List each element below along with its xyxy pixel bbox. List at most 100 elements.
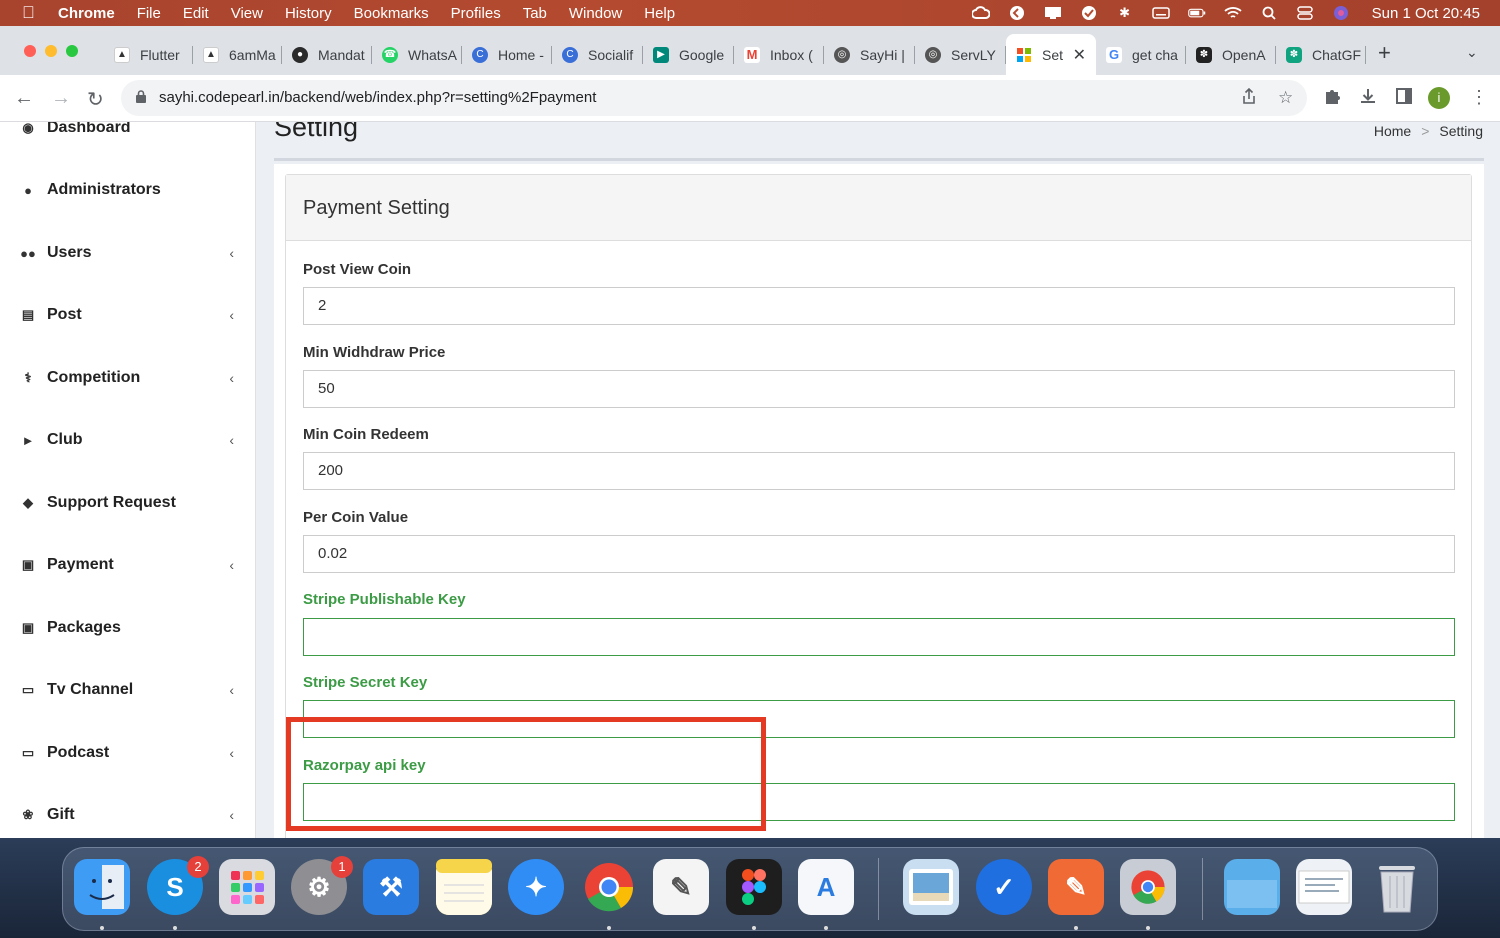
menu-app-name[interactable]: Chrome: [58, 5, 115, 22]
menu-view[interactable]: View: [231, 5, 263, 22]
google-meet-icon: ▶: [653, 46, 669, 63]
post-view-coin-label: Post View Coin: [303, 261, 412, 278]
tab-6amma[interactable]: ▲ 6amMa: [193, 34, 282, 75]
sidebar-item-tv-channel[interactable]: ▭ Tv Channel ‹: [0, 670, 256, 710]
windows-grid-icon: [1016, 47, 1032, 63]
postman-icon[interactable]: ✎: [1048, 859, 1104, 915]
new-tab-plus-icon[interactable]: +: [1378, 40, 1391, 66]
min-coin-redeem-input[interactable]: 200: [303, 452, 1455, 490]
running-indicator: [607, 926, 611, 930]
downloads-folder-icon[interactable]: [1224, 859, 1280, 915]
menu-window[interactable]: Window: [569, 5, 622, 22]
spotlight-search-icon[interactable]: [1260, 5, 1278, 21]
forward-arrow-icon[interactable]: →: [51, 87, 71, 110]
wifi-icon[interactable]: [1223, 5, 1242, 21]
tab-servly[interactable]: ◎ ServLY: [915, 34, 1006, 75]
window-zoom-button[interactable]: [66, 45, 78, 57]
menu-history[interactable]: History: [285, 5, 332, 22]
trash-icon[interactable]: [1369, 859, 1425, 915]
keyboard-icon[interactable]: [1151, 5, 1170, 21]
sidebar-item-post[interactable]: ▤ Post ‹: [0, 295, 256, 335]
apple-icon[interactable]: : [22, 3, 40, 23]
extensions-puzzle-icon[interactable]: [1323, 87, 1341, 110]
profile-avatar[interactable]: i: [1428, 87, 1450, 109]
sidebar-item-support-request[interactable]: ◆ Support Request: [0, 483, 256, 523]
control-center-icon[interactable]: [1296, 5, 1314, 21]
tab-mandate[interactable]: ● Mandat: [282, 34, 372, 75]
post-view-coin-input[interactable]: 2: [303, 287, 1455, 325]
menubar-clock[interactable]: Sun 1 Oct 20:45: [1372, 5, 1480, 22]
document-stack-icon[interactable]: [1296, 859, 1352, 915]
tab-search-chevron-icon[interactable]: ⌄: [1466, 44, 1478, 61]
menu-edit[interactable]: Edit: [183, 5, 209, 22]
lock-icon[interactable]: [136, 90, 146, 103]
menu-profiles[interactable]: Profiles: [451, 5, 501, 22]
sidebar-item-competition[interactable]: ⚕ Competition ‹: [0, 358, 256, 398]
siri-icon[interactable]: [1332, 5, 1350, 21]
xcode-icon[interactable]: ⚒: [363, 859, 419, 915]
textedit-icon[interactable]: ✎: [653, 859, 709, 915]
side-panel-icon[interactable]: [1395, 87, 1413, 110]
tab-sayhi[interactable]: ◎ SayHi |: [824, 34, 915, 75]
bluetooth-icon[interactable]: ✱: [1116, 5, 1134, 21]
bookmark-star-icon[interactable]: ☆: [1278, 88, 1293, 108]
window-minimize-button[interactable]: [45, 45, 57, 57]
menu-bookmarks[interactable]: Bookmarks: [354, 5, 429, 22]
more-menu-icon[interactable]: ⋮: [1470, 87, 1488, 108]
tab-label: Google: [679, 46, 725, 63]
sidebar-item-gift[interactable]: ❀ Gift ‹: [0, 795, 256, 835]
chrome-apps-icon[interactable]: [1120, 859, 1176, 915]
tab-get-cha[interactable]: G get cha: [1096, 34, 1186, 75]
tab-close-icon[interactable]: ✕: [1073, 45, 1086, 65]
creative-cloud-icon[interactable]: [971, 5, 990, 21]
stripe-secret-key-input[interactable]: [303, 700, 1455, 738]
notes-icon[interactable]: [436, 859, 492, 915]
url-text[interactable]: sayhi.codepearl.in/backend/web/index.php…: [159, 89, 596, 106]
download-icon[interactable]: [1359, 87, 1377, 110]
tab-whatsapp[interactable]: ☎ WhatsA: [372, 34, 462, 75]
breadcrumb-home-link[interactable]: Home: [1374, 123, 1411, 139]
display-icon[interactable]: [1044, 5, 1062, 21]
battery-icon[interactable]: [1187, 5, 1206, 21]
chrome-icon[interactable]: [581, 859, 637, 915]
tab-inbox[interactable]: M Inbox (: [734, 34, 824, 75]
razorpay-api-key-input[interactable]: [303, 783, 1455, 821]
sidebar-item-payment[interactable]: ▣ Payment ‹: [0, 545, 256, 585]
launchpad-icon[interactable]: [219, 859, 275, 915]
sidebar-item-users[interactable]: ●● Users ‹: [0, 233, 256, 273]
back-arrow-icon[interactable]: ←: [14, 87, 34, 110]
figma-icon[interactable]: [726, 859, 782, 915]
window-close-button[interactable]: [24, 45, 36, 57]
reload-icon[interactable]: ↻: [87, 87, 104, 112]
per-coin-value-input[interactable]: 0.02: [303, 535, 1455, 573]
sidebar-item-club[interactable]: ► Club ‹: [0, 420, 256, 460]
stripe-publishable-key-label: Stripe Publishable Key: [303, 591, 466, 608]
share-icon[interactable]: [1242, 87, 1256, 110]
tab-setting-active[interactable]: Set ✕: [1006, 34, 1096, 75]
app-store-icon[interactable]: A: [798, 859, 854, 915]
min-withdraw-price-input[interactable]: 50: [303, 370, 1455, 408]
running-indicator: [100, 926, 104, 930]
tab-chatgpt[interactable]: ✽ ChatGF: [1276, 34, 1366, 75]
tab-flutter[interactable]: ▲ Flutter: [104, 34, 193, 75]
sidebar-item-podcast[interactable]: ▭ Podcast ‹: [0, 733, 256, 773]
menu-tab[interactable]: Tab: [523, 5, 547, 22]
preview-icon[interactable]: [903, 859, 959, 915]
finder-icon[interactable]: [74, 859, 130, 915]
safari-icon[interactable]: ✦: [508, 859, 564, 915]
tab-openai[interactable]: ✽ OpenA: [1186, 34, 1276, 75]
sidebar-item-administrators[interactable]: ● Administrators: [0, 170, 256, 210]
menu-help[interactable]: Help: [644, 5, 675, 22]
tab-socialif[interactable]: C Socialif: [552, 34, 643, 75]
tab-google-meet[interactable]: ▶ Google: [643, 34, 734, 75]
sidebar-item-packages[interactable]: ▣ Packages: [0, 608, 256, 648]
address-bar[interactable]: sayhi.codepearl.in/backend/web/index.php…: [121, 80, 1307, 116]
sidebar-item-dashboard[interactable]: ◉ Dashboard: [0, 122, 256, 148]
proxyman-icon[interactable]: ✓: [976, 859, 1032, 915]
whatsapp-icon: ☎: [382, 46, 398, 63]
menu-file[interactable]: File: [137, 5, 161, 22]
speed-icon[interactable]: [1008, 5, 1026, 21]
stripe-publishable-key-input[interactable]: [303, 618, 1455, 656]
tab-home[interactable]: C Home -: [462, 34, 552, 75]
check-circle-icon[interactable]: [1080, 5, 1098, 21]
